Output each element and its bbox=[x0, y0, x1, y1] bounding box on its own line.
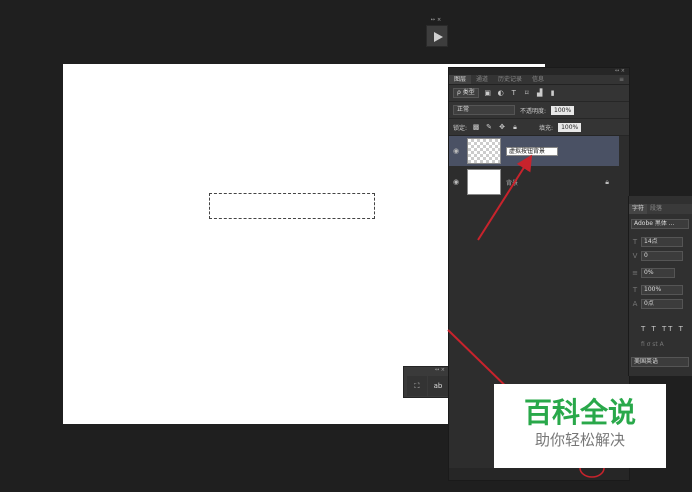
red-arrow bbox=[477, 154, 533, 241]
watermark-badge: 百科全说 助你轻松解决 bbox=[494, 384, 666, 468]
watermark-subtitle: 助你轻松解决 bbox=[534, 431, 625, 449]
watermark-title: 百科全说 bbox=[523, 396, 636, 429]
